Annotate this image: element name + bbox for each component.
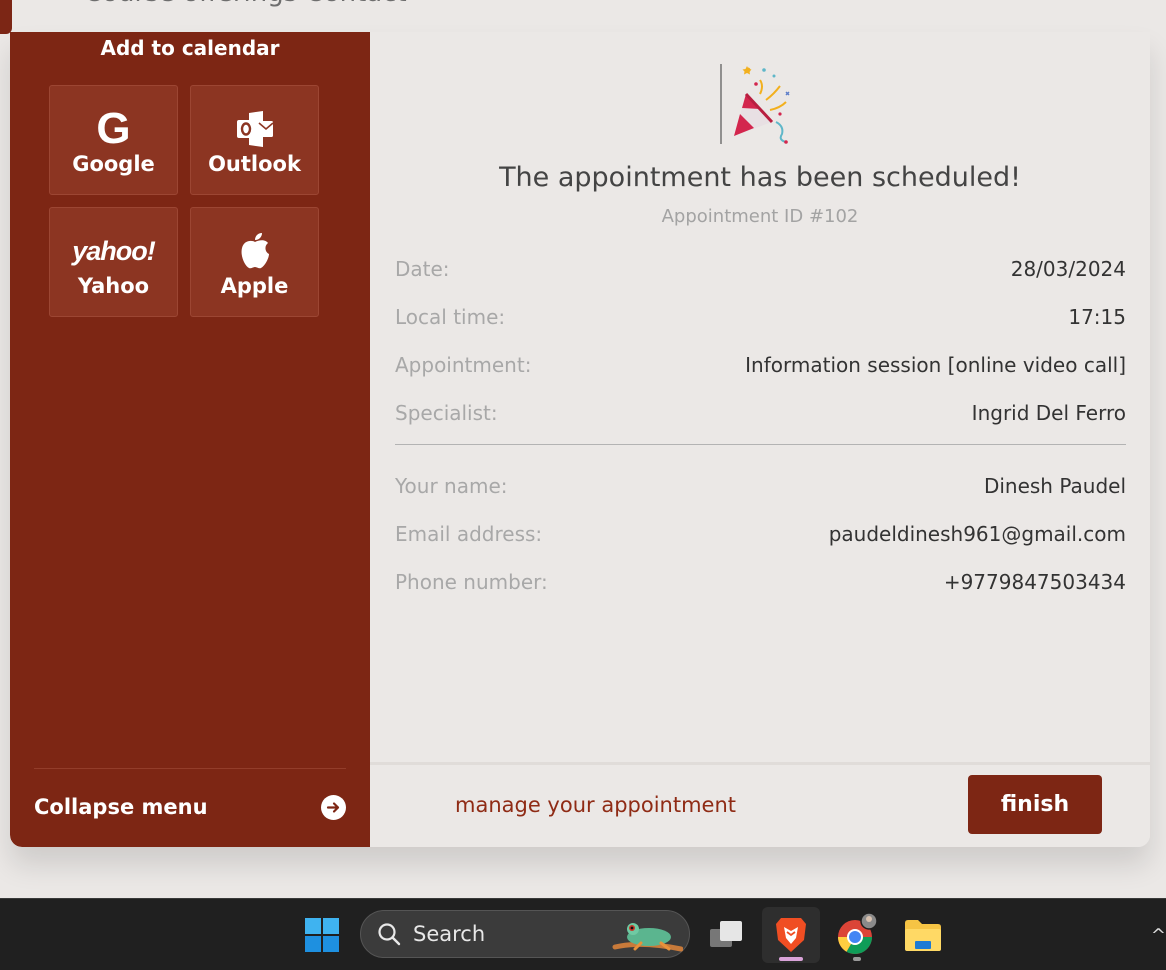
collapse-menu-button[interactable]: Collapse menu (34, 792, 346, 822)
contact-value: paudeldinesh961@gmail.com (828, 522, 1126, 546)
party-popper-icon (720, 64, 790, 144)
finish-button[interactable]: finish (968, 775, 1102, 834)
apple-calendar-label: Apple (220, 274, 289, 298)
detail-label: Specialist: (395, 401, 498, 425)
search-icon (378, 923, 401, 946)
contact-row-phone: Phone number: +9779847503434 (395, 569, 1126, 595)
appointment-id: Appointment ID #102 (661, 206, 859, 227)
brave-browser-button[interactable] (762, 907, 820, 963)
detail-value: Ingrid Del Ferro (971, 401, 1126, 425)
outlook-calendar-button[interactable]: Outlook (190, 85, 319, 195)
apple-icon (241, 233, 269, 269)
google-calendar-button[interactable]: G Google (49, 85, 178, 195)
contact-row-name: Your name: Dinesh Paudel (395, 473, 1126, 499)
search-placeholder: Search (413, 922, 486, 946)
google-icon: G (96, 104, 131, 153)
contact-value: +9779847503434 (943, 570, 1126, 594)
chevron-up-icon[interactable]: ^ (1151, 925, 1166, 946)
frog-highlight-icon (612, 923, 683, 952)
file-explorer-button[interactable] (894, 907, 952, 963)
task-view-icon (710, 921, 742, 947)
calendar-sidebar: Add to calendar G Google Outlook yahoo! … (10, 32, 370, 847)
windows-taskbar: Search ^ (0, 898, 1166, 970)
yahoo-icon: yahoo! (72, 235, 156, 266)
detail-row-date: Date: 28/03/2024 (395, 256, 1126, 282)
sidebar-divider (34, 768, 346, 769)
detail-value: Information session [online video call] (745, 353, 1126, 377)
yahoo-calendar-button[interactable]: yahoo! Yahoo (49, 207, 178, 317)
manage-appointment-link[interactable]: manage your appointment (455, 793, 736, 817)
contact-label: Phone number: (395, 570, 548, 594)
active-app-indicator (779, 957, 803, 961)
windows-start-icon[interactable] (304, 917, 340, 953)
running-app-indicator (853, 957, 861, 961)
confirmation-headline: The appointment has been scheduled! (499, 162, 1021, 193)
contact-row-email: Email address: paudeldinesh961@gmail.com (395, 521, 1126, 547)
google-calendar-label: Google (72, 152, 155, 176)
add-to-calendar-title: Add to calendar (100, 36, 280, 60)
contact-label: Email address: (395, 522, 543, 546)
detail-row-time: Local time: 17:15 (395, 304, 1126, 330)
detail-value: 28/03/2024 (1010, 257, 1126, 281)
background-nav-text: Course offerings Contact (84, 0, 407, 8)
detail-label: Date: (395, 257, 450, 281)
detail-label: Local time: (395, 305, 506, 329)
detail-row-appointment: Appointment: Information session [online… (395, 352, 1126, 378)
chrome-icon (838, 913, 878, 954)
taskbar-search-box[interactable]: Search (360, 910, 690, 958)
yahoo-calendar-label: Yahoo (77, 274, 150, 298)
detail-row-specialist: Specialist: Ingrid Del Ferro (395, 400, 1126, 426)
detail-label: Appointment: (395, 353, 532, 377)
apple-calendar-button[interactable]: Apple (190, 207, 319, 317)
task-view-button[interactable] (697, 907, 755, 963)
background-page-tab (0, 0, 12, 34)
modal-footer: manage your appointment finish (370, 762, 1150, 847)
brave-icon (776, 918, 806, 952)
outlook-calendar-label: Outlook (208, 152, 301, 176)
contact-value: Dinesh Paudel (983, 474, 1126, 498)
details-divider (395, 444, 1126, 445)
outlook-icon (236, 111, 274, 147)
arrow-right-icon (321, 794, 346, 820)
chrome-browser-button[interactable] (828, 907, 886, 963)
contact-label: Your name: (395, 474, 508, 498)
folder-icon (905, 920, 941, 951)
collapse-menu-label: Collapse menu (34, 795, 208, 819)
detail-value: 17:15 (1068, 305, 1126, 329)
appointment-confirmation-modal: Add to calendar G Google Outlook yahoo! … (10, 32, 1150, 847)
appointment-details-panel: The appointment has been scheduled! Appo… (370, 32, 1150, 762)
